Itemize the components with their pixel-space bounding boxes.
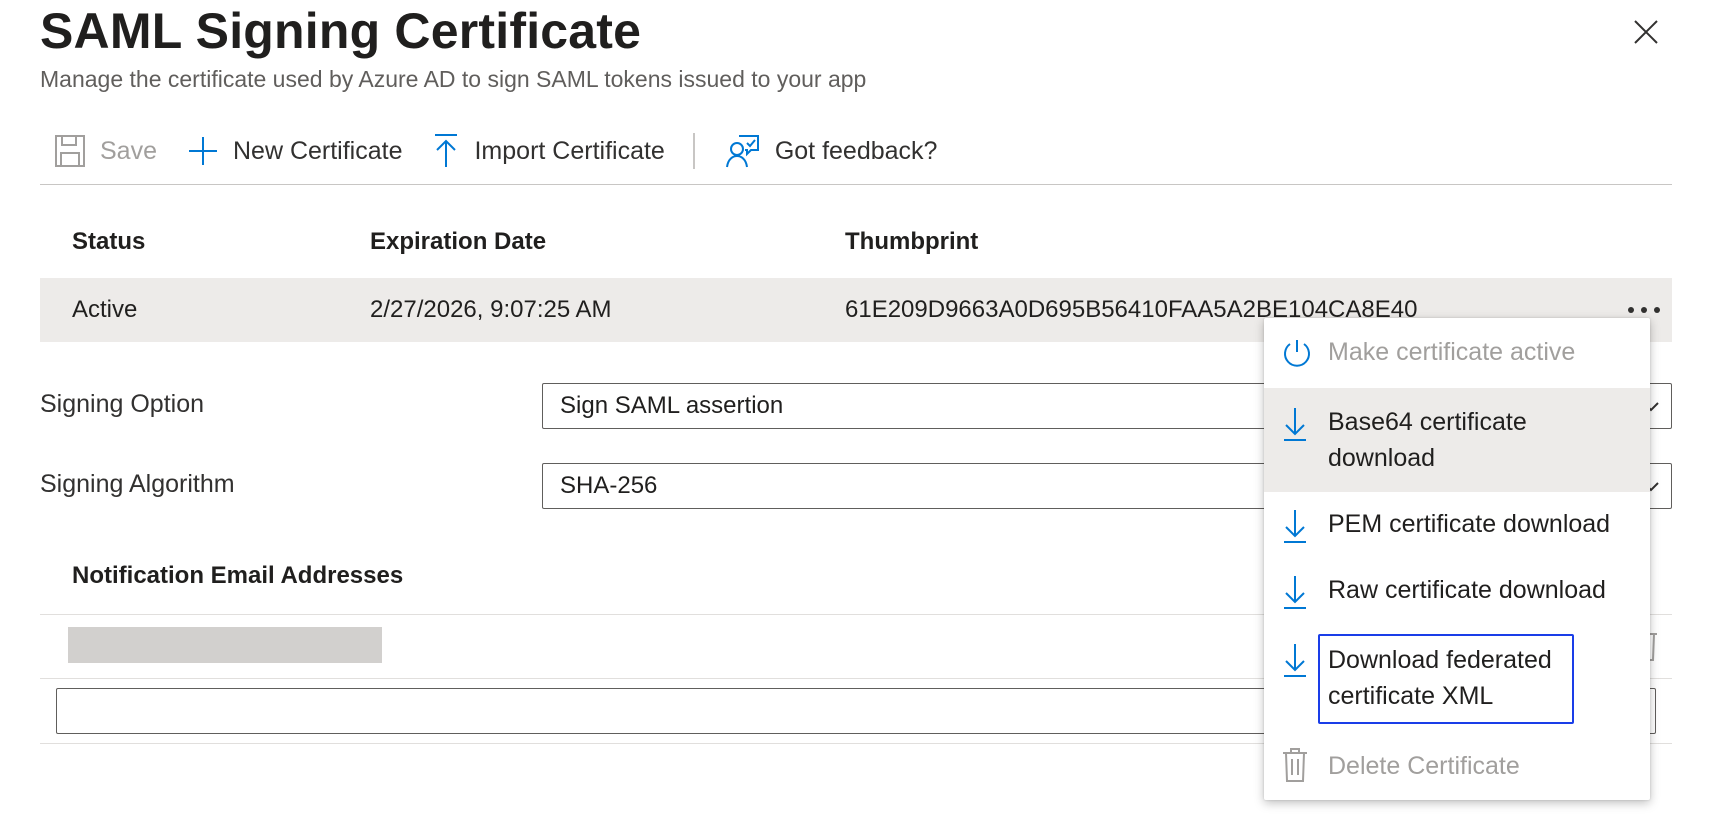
close-icon bbox=[1634, 20, 1658, 44]
toolbar-separator bbox=[692, 133, 695, 169]
signing-algorithm-label: Signing Algorithm bbox=[40, 470, 235, 498]
save-button-label: Save bbox=[100, 136, 157, 165]
download-icon bbox=[1284, 644, 1306, 677]
new-certificate-label: New Certificate bbox=[232, 136, 403, 165]
menu-item-label: PEM certificate download bbox=[1328, 510, 1611, 538]
menu-item-base64-download[interactable]: Base64 certificate download bbox=[1264, 388, 1650, 492]
new-certificate-button[interactable]: New Certificate bbox=[187, 121, 403, 181]
menu-item-label: Base64 certificate download bbox=[1328, 408, 1527, 472]
import-certificate-label: Import Certificate bbox=[474, 136, 665, 165]
menu-item-raw-download[interactable]: Raw certificate download bbox=[1264, 560, 1650, 628]
feedback-icon bbox=[725, 135, 759, 168]
page-subtitle: Manage the certificate used by Azure AD … bbox=[40, 66, 867, 92]
close-button[interactable] bbox=[1628, 14, 1664, 50]
signing-option-value: Sign SAML assertion bbox=[560, 392, 784, 419]
column-header-thumbprint: Thumbprint bbox=[845, 228, 979, 255]
menu-item-make-certificate-active[interactable]: Make certificate active bbox=[1264, 318, 1650, 388]
import-certificate-button[interactable]: Import Certificate bbox=[432, 121, 665, 181]
certificate-expiration: 2/27/2026, 9:07:25 AM bbox=[370, 296, 612, 323]
feedback-button[interactable]: Got feedback? bbox=[725, 121, 938, 181]
certificate-context-menu: Make certificate active Base64 certifica… bbox=[1264, 318, 1650, 800]
page-title: SAML Signing Certificate bbox=[40, 3, 642, 59]
notification-emails-title: Notification Email Addresses bbox=[72, 562, 404, 589]
menu-item-label: Make certificate active bbox=[1328, 338, 1576, 366]
menu-item-label: Download federated certificate XML bbox=[1328, 646, 1552, 710]
certificate-table-header: Status Expiration Date Thumbprint bbox=[40, 214, 1672, 274]
plus-icon bbox=[188, 137, 217, 165]
upload-icon bbox=[435, 134, 458, 167]
redacted-email bbox=[68, 627, 382, 663]
menu-item-label: Delete Certificate bbox=[1328, 752, 1520, 780]
download-icon bbox=[1284, 408, 1306, 441]
download-icon bbox=[1284, 576, 1306, 609]
feedback-label: Got feedback? bbox=[774, 136, 938, 165]
menu-item-label: Raw certificate download bbox=[1328, 576, 1606, 604]
save-icon bbox=[55, 135, 85, 167]
trash-icon bbox=[1283, 748, 1307, 782]
power-icon bbox=[1284, 340, 1310, 367]
signing-algorithm-value: SHA-256 bbox=[560, 472, 658, 499]
signing-option-label: Signing Option bbox=[40, 390, 205, 418]
column-header-status: Status bbox=[72, 228, 146, 255]
certificate-status: Active bbox=[72, 296, 138, 323]
menu-item-delete-certificate[interactable]: Delete Certificate bbox=[1264, 732, 1650, 800]
saml-signing-certificate-panel: SAML Signing Certificate Manage the cert… bbox=[0, 0, 1710, 816]
download-icon bbox=[1284, 510, 1306, 543]
column-header-expiration: Expiration Date bbox=[370, 228, 547, 255]
menu-item-pem-download[interactable]: PEM certificate download bbox=[1264, 492, 1650, 560]
more-icon bbox=[1628, 307, 1660, 313]
save-button[interactable]: Save bbox=[54, 121, 157, 181]
command-bar: Save New Certificate Import Certificate … bbox=[40, 118, 1672, 185]
menu-item-download-federated-xml[interactable]: Download federated certificate XML bbox=[1264, 634, 1650, 726]
